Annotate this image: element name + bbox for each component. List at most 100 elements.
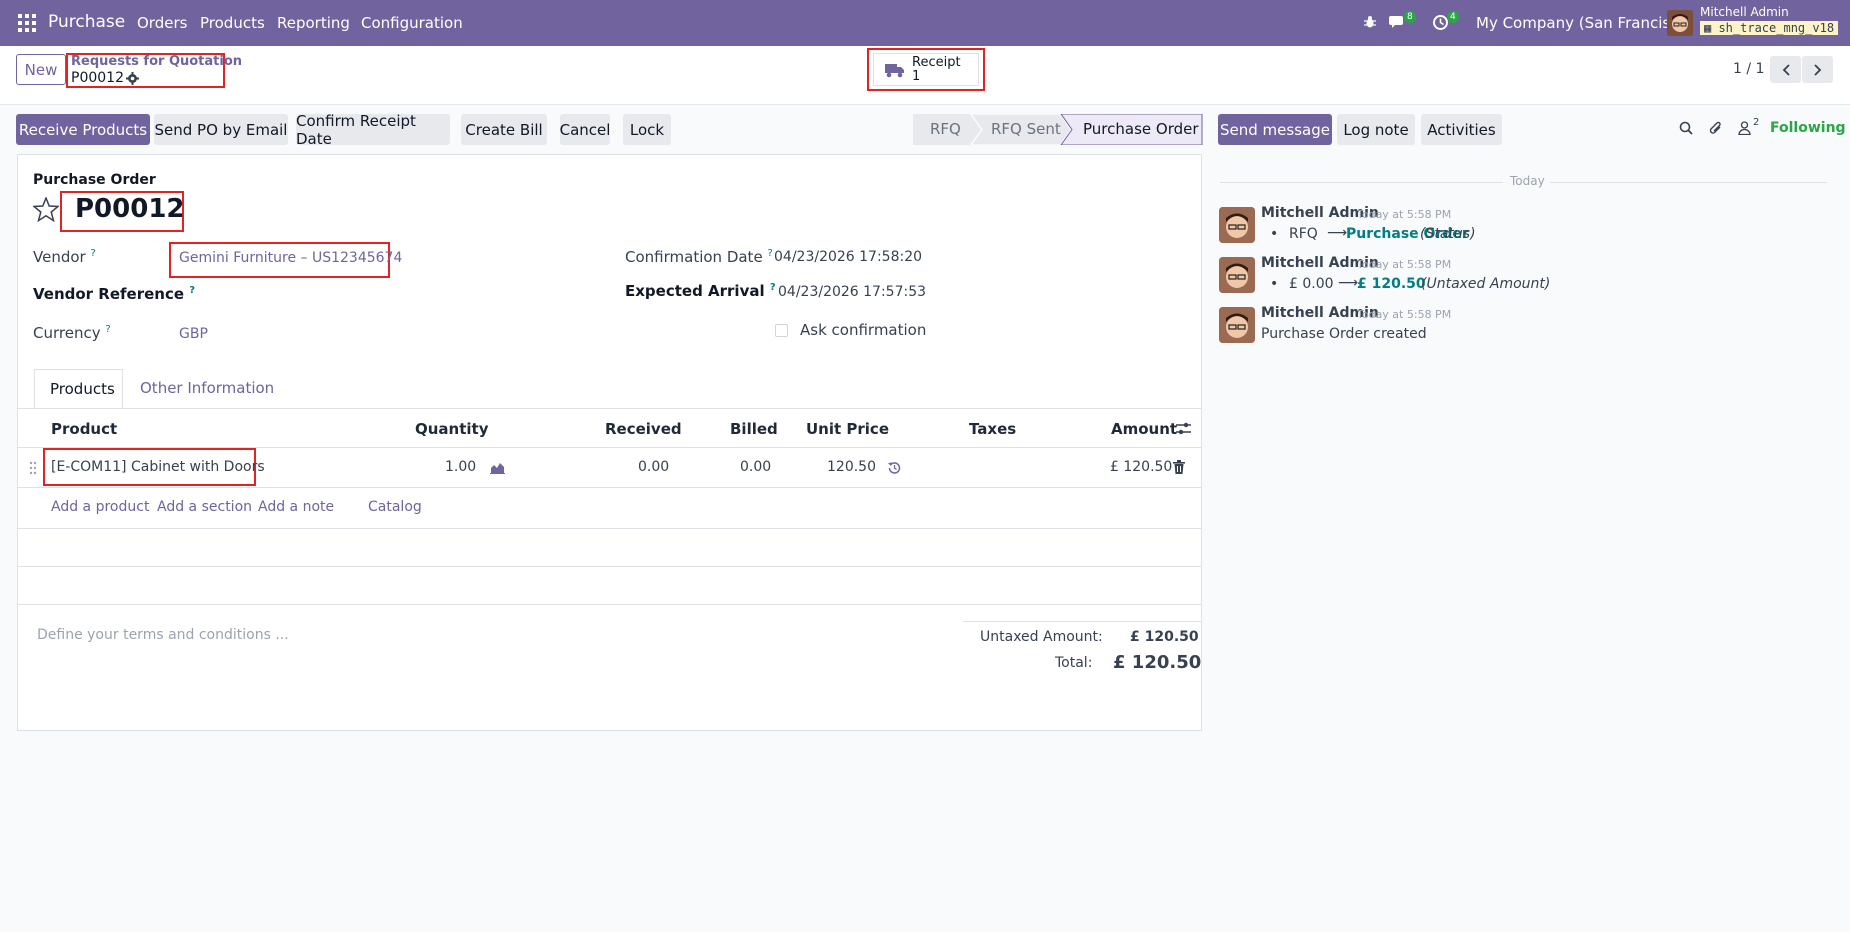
- currency-help-icon[interactable]: ?: [105, 324, 110, 335]
- date-separator-line-right: [1550, 182, 1827, 183]
- pager-previous-button[interactable]: [1770, 56, 1801, 83]
- following-button[interactable]: Following: [1770, 120, 1846, 136]
- line-billed[interactable]: 0.00: [740, 459, 771, 475]
- delete-icon[interactable]: [1173, 460, 1185, 474]
- activities-button[interactable]: Activities: [1421, 114, 1502, 145]
- column-taxes[interactable]: Taxes: [969, 420, 1016, 438]
- column-billed[interactable]: Billed: [730, 420, 778, 438]
- drag-handle-icon[interactable]: [29, 461, 37, 475]
- author-avatar[interactable]: [1219, 257, 1255, 293]
- lock-button[interactable]: Lock: [623, 114, 671, 145]
- apps-menu-icon[interactable]: [18, 14, 36, 32]
- total-value: £ 120.50: [1113, 652, 1202, 673]
- confirmation-date-label: Confirmation Date ?: [625, 248, 773, 266]
- database-name-text: sh_trace_mng_v18: [1718, 21, 1835, 35]
- add-divider: [17, 528, 1202, 529]
- column-unit-price[interactable]: Unit Price: [806, 420, 889, 438]
- receive-products-button[interactable]: Receive Products: [16, 114, 150, 145]
- vendor-field[interactable]: Gemini Furniture – US12345674: [179, 250, 402, 266]
- menu-products[interactable]: Products: [200, 14, 265, 32]
- breadcrumb-parent[interactable]: Requests for Quotation: [71, 54, 242, 69]
- expected-arrival-help-icon[interactable]: ?: [770, 282, 776, 293]
- line-received[interactable]: 0.00: [638, 459, 669, 475]
- tab-products[interactable]: Products: [34, 369, 123, 409]
- send-message-button[interactable]: Send message: [1218, 114, 1332, 145]
- followers-count: 2: [1753, 117, 1760, 128]
- currency-label: Currency ?: [33, 324, 111, 342]
- line-product[interactable]: [E-COM11] Cabinet with Doors: [51, 459, 265, 475]
- author-avatar[interactable]: [1219, 207, 1255, 243]
- pager-value[interactable]: 1 / 1: [1733, 61, 1764, 77]
- column-product[interactable]: Product: [51, 420, 117, 438]
- line-unit-price[interactable]: 120.50: [827, 459, 876, 475]
- vendor-label-text: Vendor: [33, 248, 86, 266]
- receipt-smart-button[interactable]: Receipt 1: [873, 53, 979, 86]
- messages-count-badge: 8: [1404, 11, 1416, 23]
- vendor-label: Vendor ?: [33, 248, 96, 266]
- stage-rfq-sent[interactable]: RFQ Sent: [991, 120, 1061, 138]
- company-switcher[interactable]: My Company (San Francisco): [1476, 14, 1693, 32]
- star-icon[interactable]: [33, 197, 59, 222]
- log-note-button[interactable]: Log note: [1337, 114, 1415, 145]
- menu-reporting[interactable]: Reporting: [277, 14, 350, 32]
- create-bill-button[interactable]: Create Bill: [461, 114, 547, 145]
- price-history-icon[interactable]: [888, 461, 901, 474]
- control-panel: New Requests for Quotation P00012 Receip…: [0, 46, 1850, 105]
- catalog-link[interactable]: Catalog: [368, 499, 422, 515]
- expected-arrival-field[interactable]: 04/23/2026 17:57:53: [778, 284, 926, 300]
- message-time: Today at 5:58 PM: [1357, 308, 1452, 321]
- message-time: Today at 5:58 PM: [1357, 208, 1452, 221]
- record-name[interactable]: P00012: [75, 194, 185, 224]
- tab-other-information[interactable]: Other Information: [140, 379, 274, 397]
- debug-bug-icon[interactable]: [1363, 15, 1377, 29]
- send-po-email-button[interactable]: Send PO by Email: [154, 114, 288, 145]
- stage-rfq[interactable]: RFQ: [930, 120, 961, 138]
- confirmation-date-field[interactable]: 04/23/2026 17:58:20: [774, 249, 922, 265]
- menu-orders[interactable]: Orders: [137, 14, 187, 32]
- truck-icon: [885, 64, 904, 78]
- add-product-link[interactable]: Add a product: [51, 499, 149, 515]
- stage-purchase-order[interactable]: Purchase Order: [1083, 120, 1199, 138]
- cancel-button[interactable]: Cancel: [560, 114, 610, 145]
- line-amount: £ 120.50: [1110, 459, 1173, 475]
- message-body: Purchase Order created: [1261, 326, 1427, 342]
- add-section-link[interactable]: Add a section: [157, 499, 252, 515]
- line-quantity[interactable]: 1.00: [445, 459, 476, 475]
- tab-products-label: Products: [50, 380, 115, 398]
- column-amount[interactable]: Amount: [1111, 420, 1177, 438]
- expected-arrival-label: Expected Arrival ?: [625, 282, 776, 300]
- search-icon[interactable]: [1679, 121, 1693, 135]
- app-name[interactable]: Purchase: [48, 12, 125, 32]
- tracking-bullet: •: [1270, 276, 1279, 292]
- gear-icon[interactable]: [126, 72, 139, 85]
- followers-icon[interactable]: [1738, 121, 1751, 135]
- vendor-help-icon[interactable]: ?: [90, 248, 95, 259]
- confirm-receipt-date-button[interactable]: Confirm Receipt Date: [296, 112, 450, 148]
- optional-columns-icon[interactable]: [1176, 421, 1191, 436]
- row-divider: [17, 487, 1202, 488]
- add-note-link[interactable]: Add a note: [258, 499, 334, 515]
- ask-confirmation-label: Ask confirmation: [800, 321, 927, 339]
- tracking-new-value: £ 120.50: [1357, 276, 1426, 292]
- currency-field[interactable]: GBP: [179, 326, 208, 342]
- currency-label-text: Currency: [33, 324, 101, 342]
- terms-conditions-input[interactable]: Define your terms and conditions ...: [37, 627, 289, 643]
- tabs-divider: [17, 408, 1202, 409]
- attachment-icon[interactable]: [1709, 120, 1723, 136]
- new-button[interactable]: New: [16, 54, 66, 85]
- pager-next-button[interactable]: [1802, 56, 1833, 83]
- user-name[interactable]: Mitchell Admin: [1700, 5, 1789, 19]
- menu-configuration[interactable]: Configuration: [361, 14, 463, 32]
- column-quantity[interactable]: Quantity: [415, 420, 489, 438]
- chevron-left-icon: [1782, 63, 1790, 76]
- ask-confirmation-checkbox[interactable]: [775, 324, 788, 337]
- user-avatar[interactable]: [1667, 10, 1693, 36]
- breadcrumb-current: P00012: [71, 70, 124, 86]
- forecast-chart-icon[interactable]: [490, 461, 505, 474]
- date-separator-line-left: [1220, 182, 1503, 183]
- author-avatar[interactable]: [1219, 307, 1255, 343]
- confirmation-date-help-icon[interactable]: ?: [767, 248, 772, 259]
- column-received[interactable]: Received: [605, 420, 682, 438]
- untaxed-amount-value: £ 120.50: [1130, 629, 1199, 645]
- vendor-reference-help-icon[interactable]: ?: [189, 285, 195, 296]
